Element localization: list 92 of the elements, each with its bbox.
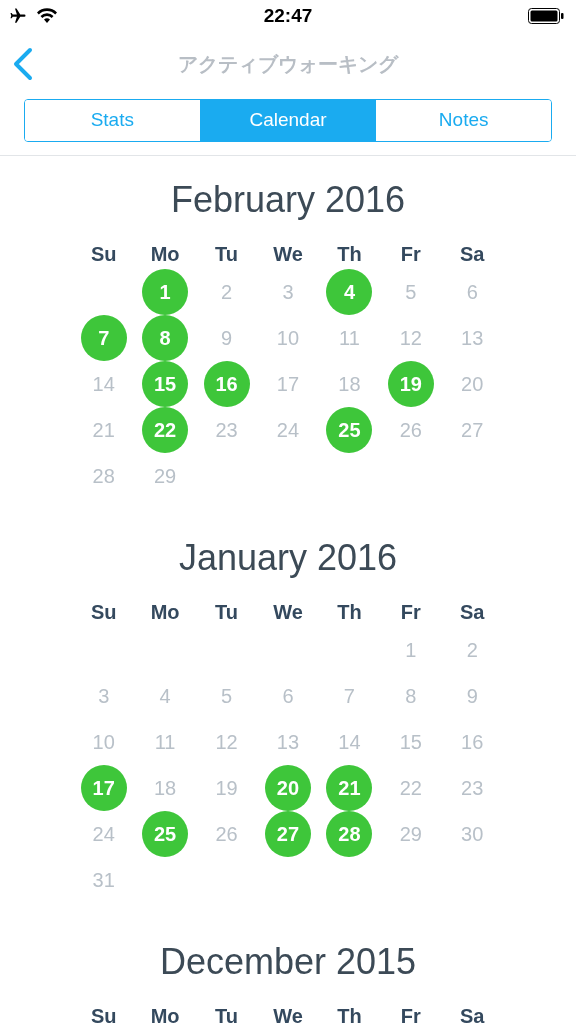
calendar-day[interactable]: 12 (387, 315, 434, 361)
calendar-day[interactable]: 26 (387, 407, 434, 453)
calendar-day[interactable]: 11 (326, 315, 373, 361)
segment-tab[interactable]: Notes (375, 100, 551, 141)
calendar-day[interactable]: 24 (264, 407, 311, 453)
calendar-day[interactable]: 5 (203, 673, 250, 719)
calendar-day[interactable]: 8 (387, 673, 434, 719)
battery-icon (528, 8, 564, 24)
calendar-day[interactable]: 18 (326, 361, 373, 407)
calendar-day[interactable]: 1 (387, 627, 434, 673)
calendar-day[interactable]: 2 (203, 269, 250, 315)
calendar-day[interactable]: 12 (203, 719, 250, 765)
completed-day[interactable]: 20 (264, 765, 311, 811)
calendar-day[interactable]: 9 (203, 315, 250, 361)
calendar-day[interactable]: 29 (387, 811, 434, 857)
weekday-label: Mo (150, 1004, 180, 1024)
calendar-day[interactable]: 16 (449, 719, 496, 765)
completed-day[interactable]: 28 (326, 811, 373, 857)
weekday-label: Mo (150, 242, 180, 267)
completed-day[interactable]: 19 (387, 361, 434, 407)
calendar-day[interactable]: 10 (264, 315, 311, 361)
segment-tab[interactable]: Calendar (199, 100, 376, 141)
month-title: February 2016 (170, 178, 406, 222)
month-title: December 2015 (159, 940, 417, 984)
calendar-day[interactable]: 13 (449, 315, 496, 361)
calendar-day[interactable]: 14 (80, 361, 127, 407)
calendar-day[interactable]: 31 (80, 857, 127, 903)
completed-day[interactable]: 25 (142, 811, 189, 857)
weekday-label: Su (90, 1004, 117, 1024)
calendar-day[interactable]: 5 (387, 269, 434, 315)
calendar-day[interactable]: 29 (142, 453, 189, 499)
calendar-day[interactable]: 23 (449, 765, 496, 811)
weekday-label: Su (90, 600, 117, 625)
weekday-label: Fr (400, 600, 421, 625)
weekday-label: We (273, 242, 303, 267)
calendar-day[interactable]: 9 (449, 673, 496, 719)
weekday-label: Su (90, 242, 117, 267)
calendar-day[interactable]: 30 (449, 811, 496, 857)
completed-day[interactable]: 17 (80, 765, 127, 811)
calendar-day[interactable]: 17 (264, 361, 311, 407)
weekday-label: Mo (150, 600, 180, 625)
completed-day[interactable]: 8 (142, 315, 189, 361)
completed-day[interactable]: 1 (142, 269, 189, 315)
calendar-day[interactable]: 7 (326, 673, 373, 719)
weekday-label: Tu (215, 242, 239, 267)
calendar-day[interactable]: 6 (449, 269, 496, 315)
calendar-day[interactable]: 2 (449, 627, 496, 673)
weekday-label: Th (337, 600, 362, 625)
weekday-label: Sa (460, 242, 485, 267)
calendar-day[interactable]: 22 (387, 765, 434, 811)
calendar-day[interactable]: 3 (265, 269, 311, 315)
weekday-label: We (273, 1004, 303, 1024)
wifi-icon (36, 8, 58, 24)
weekday-label: We (273, 600, 303, 625)
month-title: January 2016 (178, 536, 398, 580)
calendar-day[interactable]: 10 (80, 719, 127, 765)
airplane-icon (8, 7, 28, 25)
calendar-day[interactable]: 20 (449, 361, 496, 407)
weekday-label: Sa (460, 600, 485, 625)
calendar-day[interactable]: 21 (80, 407, 127, 453)
back-chevron-icon[interactable] (12, 47, 34, 81)
completed-day[interactable]: 22 (142, 407, 189, 453)
calendar-day[interactable]: 18 (142, 765, 189, 811)
completed-day[interactable]: 4 (326, 269, 373, 315)
weekday-label: Fr (400, 1004, 421, 1024)
status-time: 22:47 (263, 3, 313, 28)
calendar-day[interactable]: 6 (264, 673, 311, 719)
completed-day[interactable]: 16 (203, 361, 250, 407)
calendar-day[interactable]: 19 (203, 765, 250, 811)
calendar-day[interactable]: 24 (80, 811, 127, 857)
calendar-day[interactable]: 28 (80, 453, 127, 499)
weekday-label: Tu (215, 1004, 239, 1024)
calendar-day[interactable]: 26 (203, 811, 250, 857)
screen-title: アクティブウォーキング (178, 52, 398, 77)
weekday-label: Sa (460, 1004, 485, 1024)
calendar-day[interactable]: 3 (80, 673, 127, 719)
calendar-day[interactable]: 14 (326, 719, 373, 765)
calendar-day[interactable]: 27 (449, 407, 496, 453)
completed-day[interactable]: 25 (326, 407, 373, 453)
calendar-day[interactable]: 23 (203, 407, 250, 453)
weekday-label: Tu (215, 600, 239, 625)
calendar-day[interactable]: 15 (387, 719, 434, 765)
completed-day[interactable]: 21 (326, 765, 373, 811)
completed-day[interactable]: 27 (264, 811, 311, 857)
weekday-label: Fr (400, 242, 421, 267)
completed-day[interactable]: 15 (142, 361, 189, 407)
completed-day[interactable]: 7 (80, 315, 127, 361)
weekday-label: Th (337, 1004, 362, 1024)
calendar-day[interactable]: 11 (142, 719, 189, 765)
weekday-label: Th (337, 242, 362, 267)
calendar-day[interactable]: 4 (142, 673, 189, 719)
calendar-day[interactable]: 13 (264, 719, 311, 765)
